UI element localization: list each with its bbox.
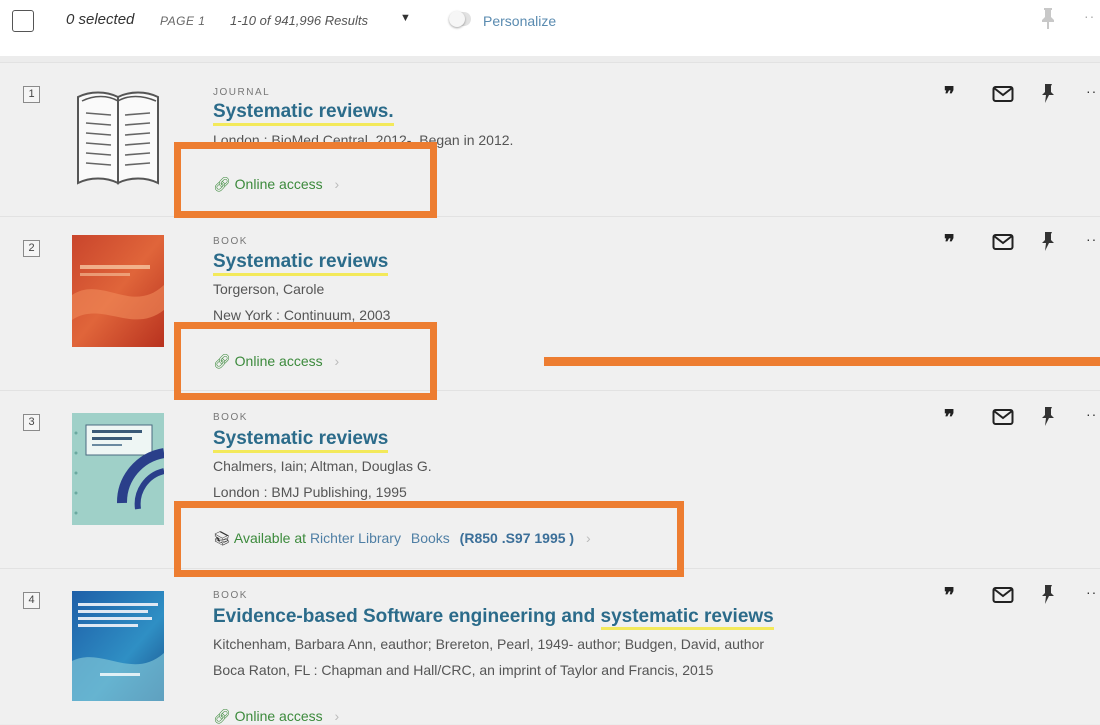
result-actions: ❞ ··	[944, 83, 1100, 108]
annotation-box	[174, 322, 437, 400]
resource-type: BOOK	[213, 236, 248, 247]
resource-type: JOURNAL	[213, 87, 271, 98]
more-options-icon[interactable]: ··	[1086, 406, 1097, 422]
email-icon[interactable]	[992, 233, 1014, 256]
annotation-line	[544, 357, 1100, 366]
result-title[interactable]: Evidence-based Software engineering and …	[213, 606, 774, 630]
results-count-dropdown[interactable]: 1-10 of 941,996 Results	[230, 13, 368, 28]
result-actions: ❞ ··	[944, 584, 1100, 609]
pin-icon[interactable]	[1040, 6, 1056, 35]
result-title[interactable]: Systematic reviews	[213, 251, 389, 276]
result-publication: Boca Raton, FL : Chapman and Hall/CRC, a…	[213, 662, 714, 678]
citation-icon[interactable]: ❞	[944, 84, 955, 104]
online-access-label: Online access	[234, 708, 323, 724]
link-icon: 🔗︎	[213, 708, 231, 724]
personalize-toggle[interactable]	[449, 11, 471, 27]
pin-icon[interactable]	[1040, 584, 1056, 611]
citation-icon[interactable]: ❞	[944, 407, 955, 427]
personalize-label[interactable]: Personalize	[483, 13, 556, 29]
result-actions: ❞ ··	[944, 406, 1100, 431]
online-access-link[interactable]: 🔗︎ Online access ›	[213, 708, 339, 725]
result-author[interactable]: Chalmers, Iain; Altman, Douglas G.	[213, 458, 432, 474]
annotation-box	[174, 501, 684, 577]
result-title-highlight: systematic reviews	[600, 606, 774, 630]
result-author[interactable]: Torgerson, Carole	[213, 281, 324, 297]
pin-icon[interactable]	[1040, 231, 1056, 258]
pin-icon[interactable]	[1040, 83, 1056, 110]
book-cover-image[interactable]	[72, 413, 166, 525]
result-number[interactable]: 2	[23, 240, 40, 257]
result-title[interactable]: Systematic reviews.	[213, 101, 394, 126]
more-options-icon[interactable]: ··	[1084, 8, 1095, 24]
citation-icon[interactable]: ❞	[944, 585, 955, 605]
journal-icon[interactable]	[72, 83, 164, 193]
more-options-icon[interactable]: ··	[1086, 584, 1097, 600]
result-number[interactable]: 4	[23, 592, 40, 609]
more-options-icon[interactable]: ··	[1086, 231, 1097, 247]
resource-type: BOOK	[213, 412, 248, 423]
result-item: 4 BOOK Evidence-based Software engineeri…	[0, 568, 1100, 724]
result-publication: New York : Continuum, 2003	[213, 307, 391, 323]
email-icon[interactable]	[992, 586, 1014, 609]
email-icon[interactable]	[992, 408, 1014, 431]
result-publication: London : BMJ Publishing, 1995	[213, 484, 407, 500]
page-indicator: PAGE 1	[160, 14, 206, 28]
more-options-icon[interactable]: ··	[1086, 83, 1097, 99]
result-author[interactable]: Kitchenham, Barbara Ann, eauthor; Breret…	[213, 636, 764, 652]
results-toolbar: 0 selected PAGE 1 1-10 of 941,996 Result…	[0, 0, 1100, 56]
book-cover-image[interactable]	[72, 235, 164, 347]
select-all-checkbox[interactable]	[12, 10, 34, 32]
result-title[interactable]: Systematic reviews	[213, 428, 389, 453]
book-cover-image[interactable]	[72, 591, 164, 701]
result-title-part: Evidence-based Software engineering and	[213, 606, 601, 627]
citation-icon[interactable]: ❞	[944, 232, 955, 252]
pin-icon[interactable]	[1040, 406, 1056, 433]
result-item: 1 JOURNAL Systematic reviews. London : B…	[0, 62, 1100, 216]
resource-type: BOOK	[213, 590, 248, 601]
caret-down-icon[interactable]: ▼	[400, 12, 411, 24]
result-number[interactable]: 1	[23, 86, 40, 103]
annotation-box	[174, 142, 437, 218]
result-number[interactable]: 3	[23, 414, 40, 431]
result-actions: ❞ ··	[944, 231, 1100, 256]
chevron-right-icon: ›	[334, 708, 340, 724]
email-icon[interactable]	[992, 85, 1014, 108]
selected-count: 0 selected	[66, 11, 135, 28]
